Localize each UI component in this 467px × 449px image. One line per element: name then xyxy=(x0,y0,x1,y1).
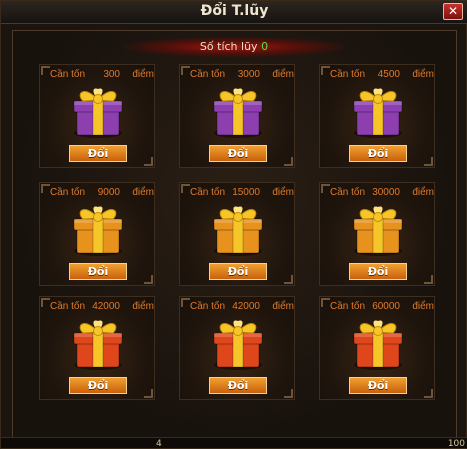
cost-label: Cần tốn xyxy=(50,301,86,312)
card-corner-decoration xyxy=(144,275,153,284)
cost-label: Cần tốn xyxy=(190,187,226,198)
reward-cost: Cần tốn 3000 điểm xyxy=(190,69,294,83)
gift-box-icon xyxy=(211,201,265,257)
points-banner: Số tích lũy 0 xyxy=(124,37,344,57)
reward-card: Cần tốn 42000 điểm Đổi xyxy=(39,296,155,400)
reward-card: Cần tốn 60000 điểm Đổi xyxy=(319,296,435,400)
reward-cost: Cần tốn 9000 điểm xyxy=(50,187,154,201)
reward-cost: Cần tốn 60000 điểm xyxy=(330,301,434,315)
card-corner-decoration xyxy=(41,66,50,75)
card-corner-decoration xyxy=(284,157,293,166)
cost-label: Cần tốn xyxy=(330,301,366,312)
reward-cost: Cần tốn 300 điểm xyxy=(50,69,154,83)
redeem-button[interactable]: Đổi xyxy=(349,377,407,394)
cost-value: 60000 xyxy=(372,301,400,312)
points-label: Số tích lũy xyxy=(199,40,258,53)
card-corner-decoration xyxy=(144,157,153,166)
card-corner-decoration xyxy=(424,275,433,284)
redeem-button[interactable]: Đổi xyxy=(69,263,127,280)
window-title: Đổi T.lũy xyxy=(200,3,269,19)
card-corner-decoration xyxy=(144,389,153,398)
reward-cost: Cần tốn 42000 điểm xyxy=(190,301,294,315)
cost-unit: điểm xyxy=(132,301,154,312)
cost-label: Cần tốn xyxy=(190,301,226,312)
card-corner-decoration xyxy=(181,66,190,75)
cost-label: Cần tốn xyxy=(50,69,86,80)
gift-box-icon xyxy=(351,201,405,257)
redeem-button[interactable]: Đổi xyxy=(69,145,127,162)
bottom-right-number: 100 xyxy=(447,439,465,449)
cost-value: 4500 xyxy=(377,69,400,80)
redeem-button[interactable]: Đổi xyxy=(349,263,407,280)
reward-card: Cần tốn 9000 điểm Đổi xyxy=(39,182,155,286)
points-value: 0 xyxy=(261,40,269,53)
gift-box-icon xyxy=(71,201,125,257)
cost-unit: điểm xyxy=(412,187,434,198)
gift-box-icon xyxy=(351,83,405,139)
reward-cost: Cần tốn 15000 điểm xyxy=(190,187,294,201)
card-corner-decoration xyxy=(424,157,433,166)
cost-value: 42000 xyxy=(92,301,120,312)
cost-unit: điểm xyxy=(272,301,294,312)
cost-unit: điểm xyxy=(132,187,154,198)
gift-box-icon xyxy=(211,83,265,139)
cost-value: 42000 xyxy=(232,301,260,312)
card-corner-decoration xyxy=(321,184,330,193)
gift-box-icon xyxy=(351,315,405,371)
redeem-button[interactable]: Đổi xyxy=(209,145,267,162)
reward-cost: Cần tốn 42000 điểm xyxy=(50,301,154,315)
reward-cost: Cần tốn 30000 điểm xyxy=(330,187,434,201)
card-corner-decoration xyxy=(284,389,293,398)
cost-value: 300 xyxy=(103,69,120,80)
gift-box-icon xyxy=(211,315,265,371)
bottom-left-number: 4 xyxy=(156,439,162,449)
gift-box-icon xyxy=(71,315,125,371)
reward-cost: Cần tốn 4500 điểm xyxy=(330,69,434,83)
card-corner-decoration xyxy=(321,298,330,307)
reward-card: Cần tốn 15000 điểm Đổi xyxy=(179,182,295,286)
cost-unit: điểm xyxy=(272,187,294,198)
reward-card: Cần tốn 3000 điểm Đổi xyxy=(179,64,295,168)
cost-label: Cần tốn xyxy=(190,69,226,80)
card-corner-decoration xyxy=(41,184,50,193)
card-corner-decoration xyxy=(41,298,50,307)
cost-label: Cần tốn xyxy=(50,187,86,198)
card-corner-decoration xyxy=(424,389,433,398)
cost-label: Cần tốn xyxy=(330,69,366,80)
close-button[interactable]: ✕ xyxy=(443,3,463,20)
card-corner-decoration xyxy=(181,184,190,193)
cost-unit: điểm xyxy=(412,69,434,80)
reward-card: Cần tốn 300 điểm Đổi xyxy=(39,64,155,168)
reward-card: Cần tốn 30000 điểm Đổi xyxy=(319,182,435,286)
redeem-button[interactable]: Đổi xyxy=(209,263,267,280)
exchange-window: Đổi T.lũy ✕ Số tích lũy 0 Cần tốn 300 điểm… xyxy=(0,0,467,449)
cost-value: 30000 xyxy=(372,187,400,198)
card-corner-decoration xyxy=(181,298,190,307)
cost-unit: điểm xyxy=(132,69,154,80)
card-corner-decoration xyxy=(284,275,293,284)
card-corner-decoration xyxy=(321,66,330,75)
redeem-button[interactable]: Đổi xyxy=(209,377,267,394)
redeem-button[interactable]: Đổi xyxy=(349,145,407,162)
title-bar[interactable]: Đổi T.lũy ✕ xyxy=(1,1,467,24)
cost-unit: điểm xyxy=(272,69,294,80)
cost-unit: điểm xyxy=(412,301,434,312)
redeem-button[interactable]: Đổi xyxy=(69,377,127,394)
cost-value: 9000 xyxy=(97,187,120,198)
cost-value: 3000 xyxy=(237,69,260,80)
cost-label: Cần tốn xyxy=(330,187,366,198)
bottom-taskbar: 4 100 xyxy=(1,437,467,449)
gift-box-icon xyxy=(71,83,125,139)
reward-card: Cần tốn 42000 điểm Đổi xyxy=(179,296,295,400)
cost-value: 15000 xyxy=(232,187,260,198)
reward-card: Cần tốn 4500 điểm Đổi xyxy=(319,64,435,168)
